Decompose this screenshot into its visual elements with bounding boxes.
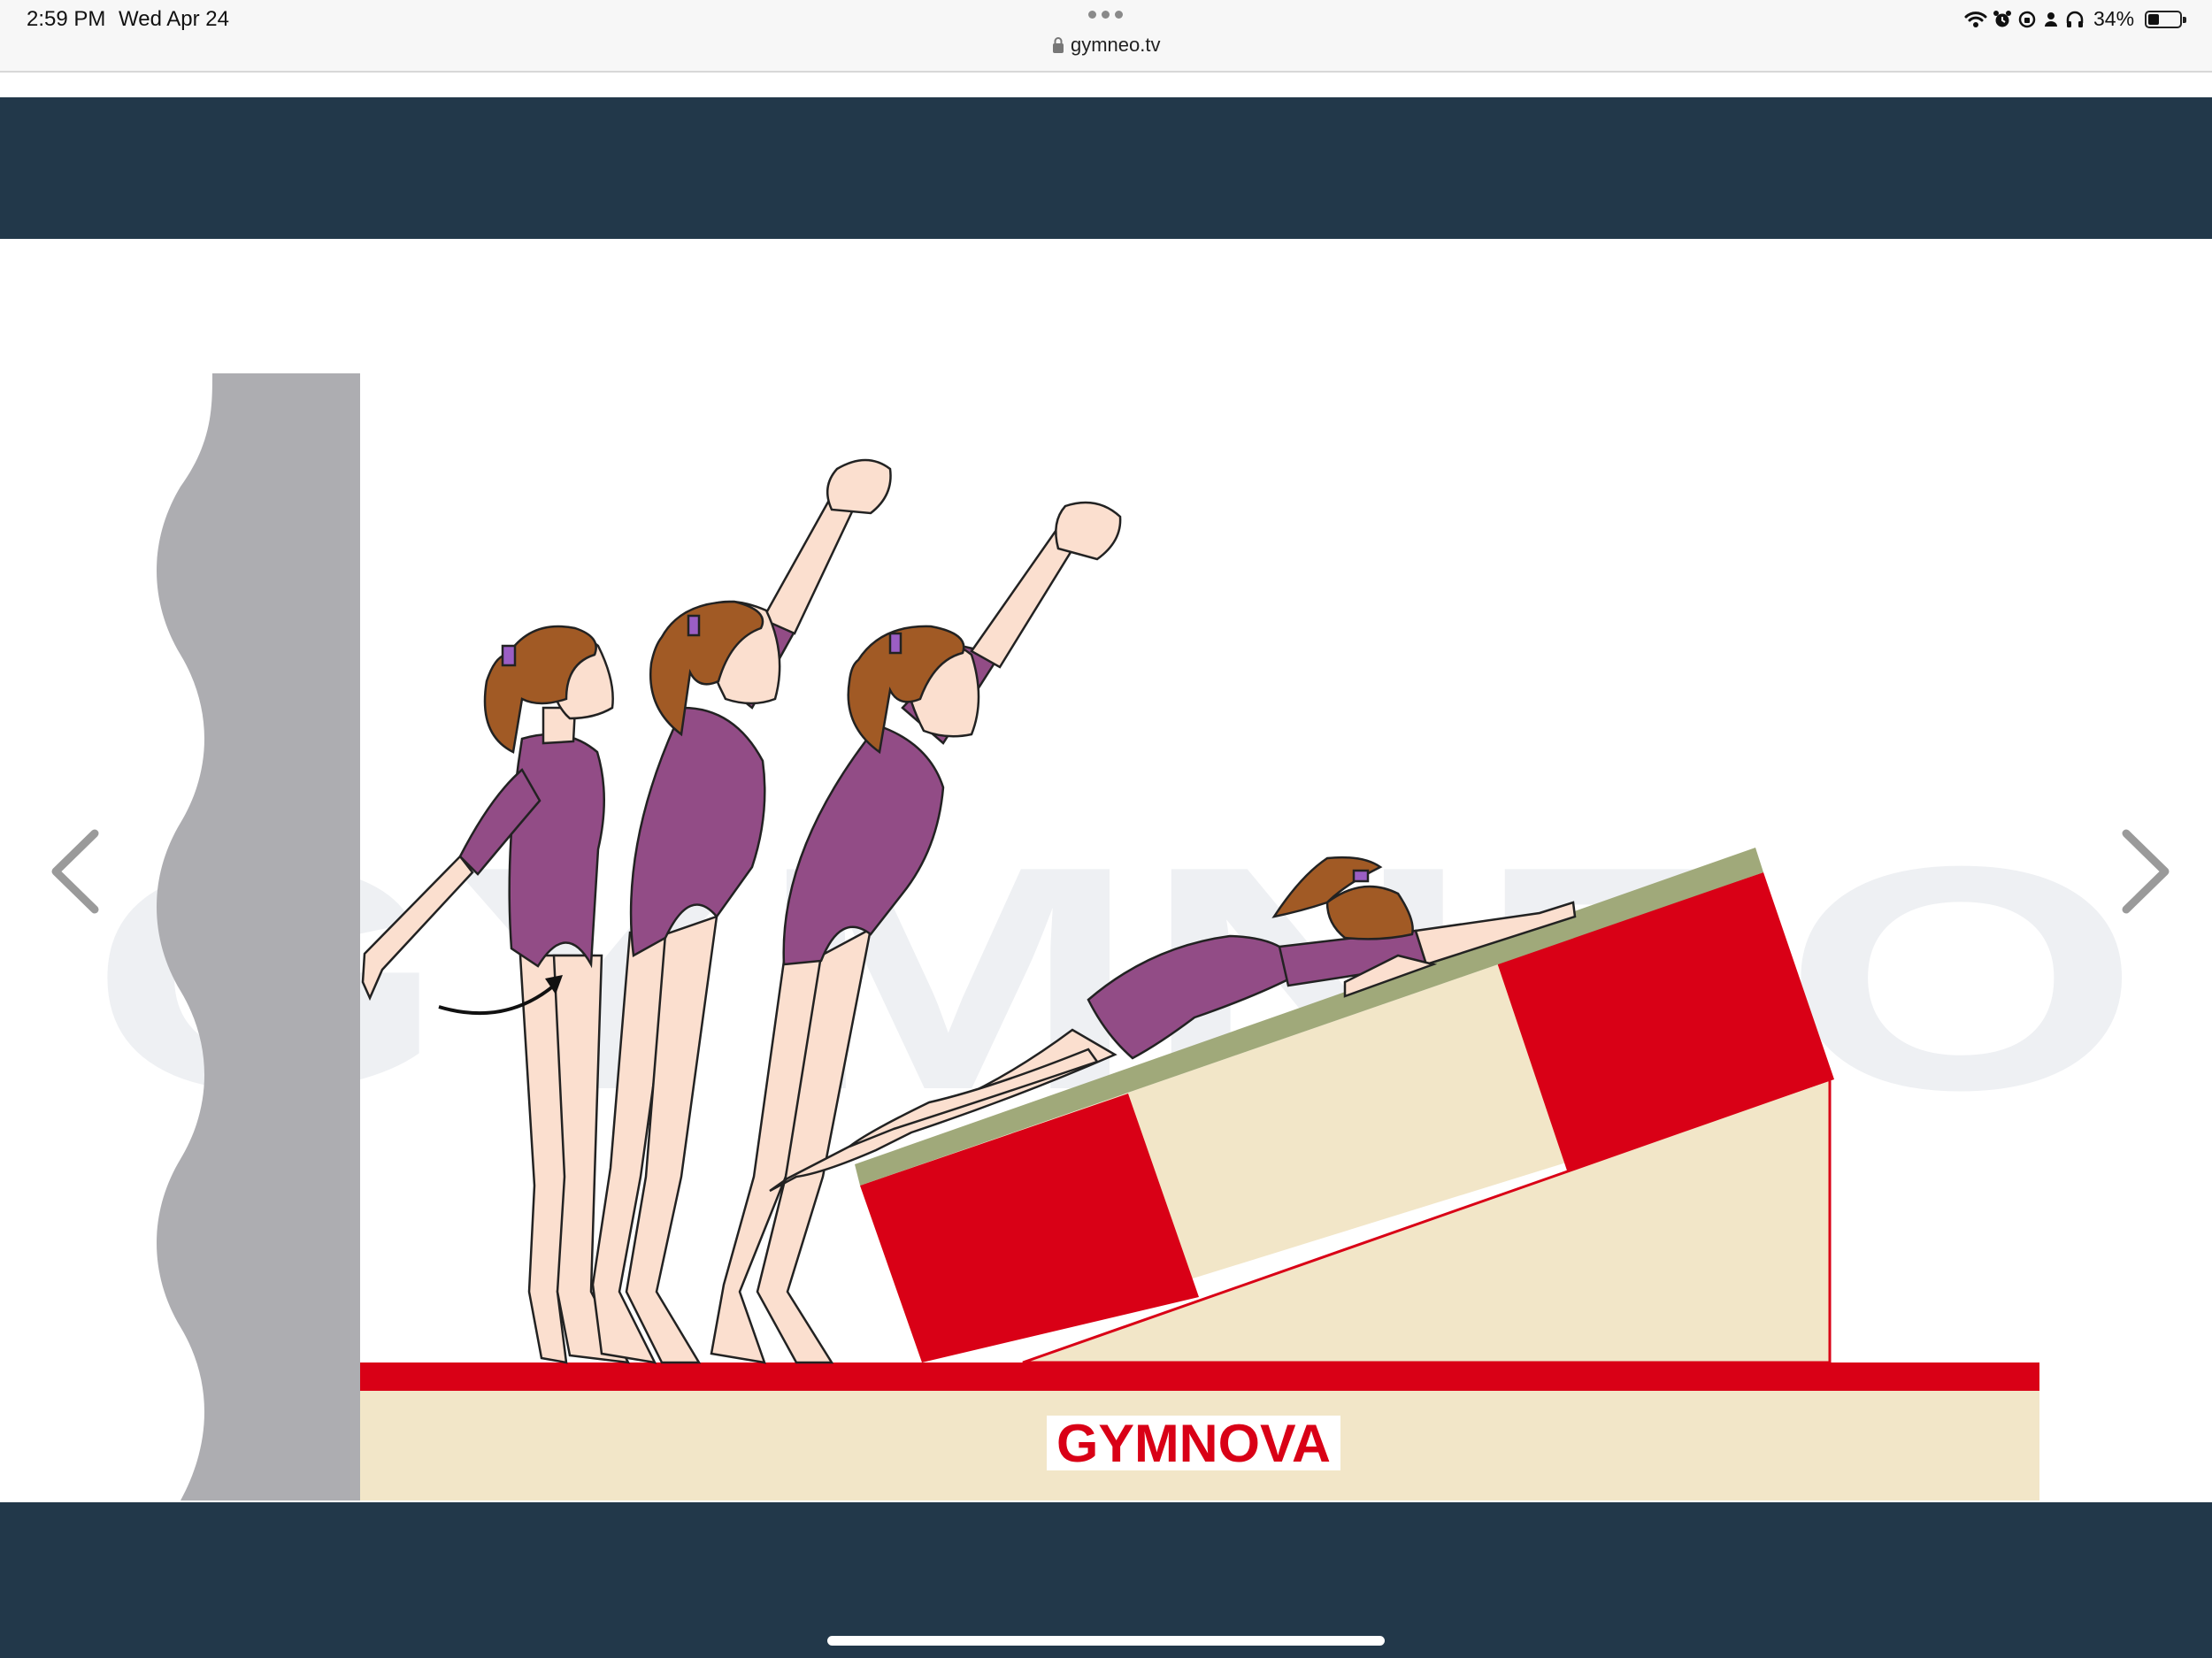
chevron-left-icon[interactable] bbox=[40, 823, 111, 920]
status-bar: 2:59 PM Wed Apr 24 gymneo.tv 34% bbox=[0, 0, 2212, 73]
alarm-icon bbox=[1993, 10, 2011, 27]
headphones-icon bbox=[2066, 11, 2084, 27]
lock-icon bbox=[1053, 37, 1064, 53]
gymnova-logo: GYMNOVA bbox=[1056, 1414, 1331, 1473]
chevron-right-icon[interactable] bbox=[2110, 823, 2181, 920]
battery-percent: 34% bbox=[2093, 7, 2135, 30]
person-icon bbox=[2045, 12, 2057, 27]
address-bar[interactable]: gymneo.tv bbox=[1051, 34, 1161, 57]
wifi-icon bbox=[1964, 11, 1987, 27]
floor-mat-top bbox=[360, 1362, 2039, 1391]
url-text: gymneo.tv bbox=[1071, 34, 1161, 56]
status-time: 2:59 PM bbox=[27, 7, 106, 31]
header-band bbox=[0, 97, 2212, 239]
gymnastics-illustration: GYMNEO GYMNOVA bbox=[88, 373, 2141, 1501]
footer-band bbox=[0, 1502, 2212, 1658]
home-indicator[interactable] bbox=[827, 1636, 1385, 1646]
wall bbox=[157, 373, 360, 1501]
more-dots-icon[interactable] bbox=[1088, 11, 1123, 19]
status-date: Wed Apr 24 bbox=[119, 7, 229, 31]
status-icons: 34% bbox=[1964, 7, 2187, 31]
rotation-lock-icon bbox=[2018, 11, 2036, 27]
battery-icon bbox=[2145, 10, 2187, 28]
